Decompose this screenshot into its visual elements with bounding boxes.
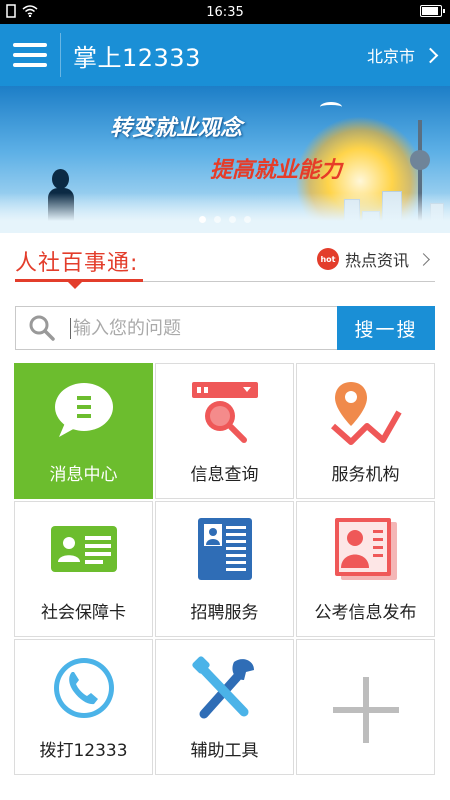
dove-icon	[320, 102, 342, 112]
banner-slogan-1: 转变就业观念	[110, 116, 243, 141]
battery-icon	[420, 5, 445, 17]
chevron-right-icon	[422, 47, 439, 63]
tile-label: 消息中心	[49, 465, 118, 485]
hot-news-link[interactable]: hot 热点资讯	[316, 247, 430, 271]
section-title: 人社百事通:	[15, 251, 139, 276]
tile-label: 社会保障卡	[41, 603, 126, 623]
tile-label: 招聘服务	[190, 603, 259, 623]
chevron-right-icon	[417, 252, 430, 266]
tile-label: 辅助工具	[190, 741, 259, 761]
tile-helper-tools[interactable]: 辅助工具	[155, 639, 294, 775]
sim-icon	[6, 4, 16, 18]
search-icon	[29, 315, 55, 341]
status-bar: 16:35	[0, 0, 450, 24]
section-pointer	[67, 281, 83, 289]
status-time: 16:35	[206, 4, 244, 20]
tools-icon	[188, 654, 262, 722]
app-title: 掌上12333	[73, 43, 201, 72]
carousel-dots[interactable]	[199, 216, 251, 223]
hot-news-label: 热点资讯	[344, 251, 409, 270]
id-card-icon	[47, 516, 121, 584]
section-header: 人社百事通: hot 热点资讯	[0, 233, 450, 291]
tile-service-agencies[interactable]: 服务机构	[296, 363, 435, 499]
message-icon	[47, 378, 121, 446]
tile-label: 信息查询	[190, 465, 259, 485]
search-box[interactable]	[15, 306, 337, 350]
app-header: 掌上12333 北京市	[0, 24, 450, 86]
plus-icon	[329, 676, 403, 744]
status-icons	[6, 4, 38, 18]
tile-label: 服务机构	[331, 465, 400, 485]
banner-slogan-2: 提高就业能力	[210, 158, 343, 183]
tile-label: 拨打12333	[39, 741, 128, 761]
hamburger-icon	[13, 43, 47, 47]
promo-banner[interactable]: 转变就业观念 提高就业能力	[0, 86, 450, 233]
tile-message-center[interactable]: 消息中心	[14, 363, 153, 499]
wifi-icon	[22, 5, 38, 17]
tile-recruitment[interactable]: 招聘服务	[155, 501, 294, 637]
search-magnifier-icon	[188, 378, 262, 446]
hot-badge-icon: hot	[316, 248, 339, 270]
menu-button[interactable]	[0, 24, 60, 86]
service-grid: 消息中心 信息查询 服务机构 社会保障卡 招聘服务 公考信息发布 拨打12333…	[14, 363, 436, 775]
resume-icon	[188, 516, 262, 584]
profile-document-icon	[329, 516, 403, 584]
tile-label: 公考信息发布	[314, 603, 417, 623]
tile-civil-exam-info[interactable]: 公考信息发布	[296, 501, 435, 637]
location-pin-icon	[329, 378, 403, 446]
phone-icon	[47, 654, 121, 722]
tile-add-more[interactable]	[296, 639, 435, 775]
search-bar: 搜一搜	[15, 306, 435, 350]
businessman-figure	[52, 169, 69, 189]
search-input[interactable]	[70, 317, 310, 339]
search-button[interactable]: 搜一搜	[337, 306, 435, 350]
city-label: 北京市	[366, 47, 415, 66]
city-selector[interactable]: 北京市	[366, 43, 439, 67]
header-divider	[60, 33, 61, 77]
tile-social-security-card[interactable]: 社会保障卡	[14, 501, 153, 637]
tile-call-12333[interactable]: 拨打12333	[14, 639, 153, 775]
tile-info-query[interactable]: 信息查询	[155, 363, 294, 499]
